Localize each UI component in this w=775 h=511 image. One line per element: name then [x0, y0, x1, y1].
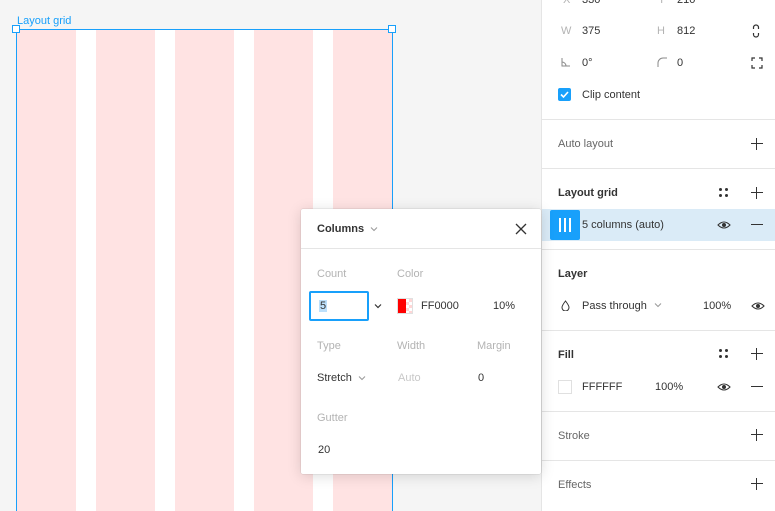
divider [542, 168, 775, 169]
count-label: Count [317, 268, 347, 280]
layout-grid-item-label: 5 columns (auto) [582, 219, 664, 231]
section-title-fill: Fill [558, 349, 574, 361]
blend-drop-icon [561, 300, 570, 311]
section-title-layer: Layer [558, 268, 588, 280]
eye-icon[interactable] [717, 382, 731, 392]
resize-handle-top-right[interactable] [388, 25, 396, 33]
grid-type-label: Columns [317, 223, 365, 235]
divider [542, 249, 775, 250]
section-title-stroke: Stroke [558, 430, 590, 442]
eye-icon[interactable] [717, 220, 731, 230]
add-layout-grid-plus-icon[interactable] [751, 187, 763, 199]
gutter-label: Gutter [317, 412, 348, 424]
gutter-field[interactable]: 20 [318, 444, 330, 456]
properties-panel: X 330 Y 210 W 375 H 812 0° 0 Clip conten… [541, 0, 775, 511]
clip-content-checkbox[interactable] [558, 88, 571, 101]
corner-radius-field[interactable]: 0 [677, 57, 683, 69]
fill-hex-field[interactable]: FFFFFF [582, 381, 622, 393]
add-stroke-plus-icon[interactable] [751, 429, 763, 441]
h-label: H [657, 25, 665, 37]
layer-opacity-field[interactable]: 100% [703, 300, 731, 312]
count-dropdown-chevron-icon[interactable] [374, 303, 382, 309]
height-field[interactable]: 812 [677, 25, 695, 37]
grid-columns-icon[interactable] [550, 210, 580, 240]
margin-field[interactable]: 0 [478, 372, 484, 384]
section-title-effects: Effects [558, 479, 592, 491]
fill-opacity-field[interactable]: 100% [655, 381, 683, 393]
grid-type-select[interactable]: Columns [317, 223, 378, 235]
independent-corners-icon[interactable] [751, 57, 763, 69]
divider [542, 119, 775, 120]
width-field[interactable]: 375 [582, 25, 600, 37]
add-effect-plus-icon[interactable] [751, 478, 763, 490]
grid-color-opacity-field[interactable]: 10% [493, 300, 515, 312]
grid-column [175, 30, 234, 511]
type-value: Stretch [317, 372, 352, 384]
chevron-down-icon[interactable] [654, 302, 662, 308]
margin-label: Margin [477, 340, 511, 352]
checkbox-checked-icon [560, 91, 569, 99]
color-label: Color [397, 268, 424, 280]
fill-styles-icon[interactable] [719, 349, 729, 359]
blend-mode-select[interactable]: Pass through [582, 300, 647, 312]
grid-color-swatch[interactable] [397, 298, 413, 314]
close-icon[interactable] [515, 223, 527, 235]
width-label: Width [397, 340, 426, 352]
count-input[interactable]: 5 [309, 291, 369, 321]
add-auto-layout-plus-icon[interactable] [751, 138, 763, 150]
w-label: W [561, 25, 572, 37]
rotation-field[interactable]: 0° [582, 57, 593, 69]
divider [542, 411, 775, 412]
grid-color-hex-field[interactable]: FF0000 [421, 300, 459, 312]
divider [542, 330, 775, 331]
type-label: Type [317, 340, 341, 352]
rotation-icon [561, 58, 570, 67]
type-select[interactable]: Stretch [317, 372, 366, 384]
constrain-proportions-icon[interactable] [751, 24, 761, 38]
section-title-auto-layout: Auto layout [558, 138, 614, 150]
frame-label[interactable]: Layout grid [17, 15, 71, 27]
remove-fill-minus-icon[interactable] [751, 381, 763, 393]
eye-icon[interactable] [751, 301, 765, 311]
fill-color-swatch[interactable] [558, 380, 572, 394]
add-fill-plus-icon[interactable] [751, 348, 763, 360]
grid-column [96, 30, 155, 511]
chevron-down-icon [358, 376, 366, 381]
layout-grid-settings-popover: Columns Count Color 5 FF0000 10% Type Wi… [301, 209, 541, 474]
remove-layout-grid-minus-icon[interactable] [751, 219, 763, 231]
resize-handle-top-left[interactable] [12, 25, 20, 33]
y-label: Y [658, 0, 666, 6]
corner-radius-icon [657, 57, 667, 67]
grid-column [17, 30, 76, 511]
popover-header: Columns [301, 209, 541, 249]
clip-content-label: Clip content [582, 89, 641, 101]
x-field[interactable]: 330 [582, 0, 600, 6]
width-field[interactable]: Auto [398, 372, 421, 384]
y-field[interactable]: 210 [677, 0, 695, 6]
layout-grid-item[interactable]: 5 columns (auto) [542, 209, 775, 241]
grid-styles-icon[interactable] [719, 188, 729, 198]
chevron-down-icon [370, 227, 378, 232]
count-value: 5 [319, 300, 328, 312]
divider [542, 460, 775, 461]
section-title-layout-grid: Layout grid [558, 187, 618, 199]
x-label: X [563, 0, 571, 6]
